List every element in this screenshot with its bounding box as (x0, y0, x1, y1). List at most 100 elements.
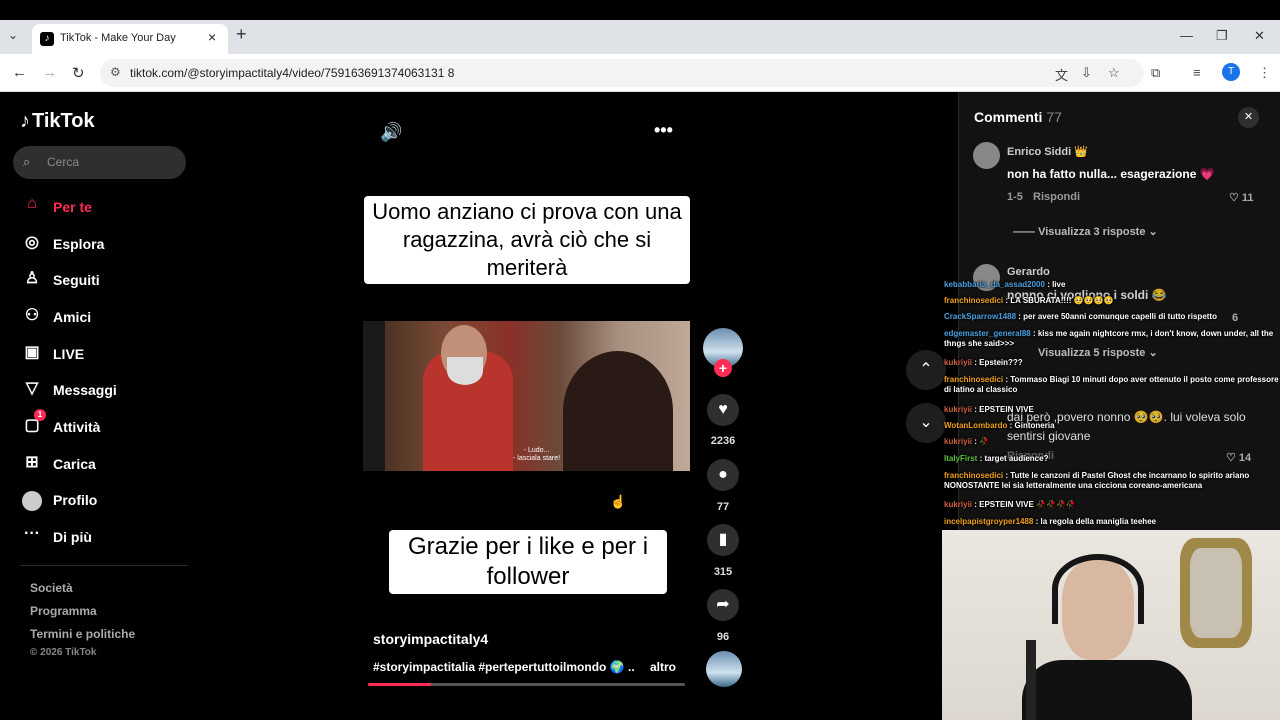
comment-date: 1-5 (1007, 191, 1023, 203)
chat-message: franchinosedici : LA SBURATA!!!! 🥺🥺🥺🥺 (944, 296, 1280, 306)
window-close-icon[interactable]: ✕ (1254, 28, 1265, 44)
forward-icon[interactable]: → (42, 64, 57, 81)
following-icon: ♙ (24, 270, 40, 287)
close-comments-icon[interactable]: ✕ (1238, 107, 1259, 128)
chat-user: edgemaster_general88 (944, 329, 1031, 338)
comment-count: 77 (716, 501, 730, 513)
tiktok-logo[interactable]: ♪ TikTok (20, 110, 95, 133)
extensions-icon[interactable]: ⧉ (1151, 65, 1160, 81)
comment-like[interactable]: ♡ 11 (1229, 191, 1254, 204)
volume-icon[interactable]: 🔊 (380, 122, 402, 143)
browser-tab[interactable]: ♪ TikTok - Make Your Day × (32, 24, 228, 54)
save-count: 315 (713, 566, 733, 578)
comments-title: Commenti 77 (974, 109, 1062, 125)
chat-user: franchinosedici (944, 296, 1004, 305)
comment-avatar[interactable] (973, 142, 1000, 169)
new-tab-icon[interactable]: + (236, 24, 247, 45)
screen: { "browser": { "tab_title": "TikTok - Ma… (0, 0, 1280, 720)
comment-like-count: 11 (1241, 192, 1254, 204)
friends-icon: ⚇ (24, 307, 40, 324)
video-author[interactable]: storyimpactitaly4 (373, 631, 488, 647)
sidebar-item-label: Messaggi (53, 382, 117, 398)
music-disc-avatar[interactable] (706, 651, 742, 687)
sidebar-item-label: LIVE (53, 346, 85, 362)
chat-message: kebabbaria_da_assad2000 : live (944, 280, 1280, 290)
tab-title: TikTok - Make Your Day (60, 32, 176, 44)
chat-message: kukriyii : EPSTEIN VIVE (944, 405, 1280, 415)
comments-count: 77 (1046, 109, 1062, 125)
video-progress-bar[interactable] (368, 683, 685, 686)
sidebar-item-label: Esplora (53, 236, 105, 252)
reload-icon[interactable]: ↻ (72, 64, 85, 82)
search-input[interactable]: ⌕ Cerca (13, 146, 186, 179)
minimize-icon[interactable]: — (1180, 28, 1193, 43)
next-video-chevron-down-icon[interactable]: ⌄ (906, 403, 946, 443)
sidebar-item-label: Attività (53, 419, 101, 435)
follow-plus-icon[interactable]: + (714, 359, 732, 377)
cam-microphone (1026, 640, 1036, 720)
comment-username[interactable]: Gerardo (1007, 266, 1050, 278)
footer-link-programma[interactable]: Programma (30, 604, 97, 618)
chat-message: incelpapistgroyper1488 : la regola della… (944, 517, 1280, 527)
comment-username[interactable]: Enrico Siddi 👑 (1007, 145, 1088, 158)
search-placeholder: Cerca (47, 155, 80, 169)
menu-kebab-icon[interactable]: ⋮ (1258, 65, 1271, 81)
bookmark-star-icon[interactable]: ☆ (1108, 65, 1120, 81)
cam-person-body (1022, 660, 1192, 720)
tiktok-note-icon: ♪ (20, 110, 30, 132)
view-replies-label: Visualizza 3 risposte (1038, 226, 1146, 238)
bookmark-icon[interactable]: ▮ (707, 524, 739, 556)
compass-icon: ◎ (25, 234, 39, 251)
comments-title-text: Commenti (974, 109, 1043, 125)
chat-user: ItalyFirst (944, 454, 978, 463)
reply-button[interactable]: Rispondi (1033, 191, 1080, 203)
media-icon[interactable]: ≡ (1193, 65, 1201, 80)
chat-text: : EPSTEIN VIVE 🥀🥀🥀🥀 (972, 500, 1076, 509)
chat-text: : live (1044, 280, 1066, 289)
upload-icon: ⊞ (25, 454, 39, 471)
translate-icon[interactable]: 文 (1055, 65, 1068, 84)
chat-user: WotanLombardo (944, 421, 1008, 430)
install-icon[interactable]: ⇩ (1081, 65, 1092, 81)
like-heart-icon[interactable]: ♥ (707, 394, 739, 426)
footer-link-societa[interactable]: Società (30, 581, 73, 595)
restore-icon[interactable]: ❐ (1216, 28, 1228, 44)
chat-user: kebabbaria_da_assad2000 (944, 280, 1045, 289)
live-icon: ▣ (24, 344, 40, 361)
url-text: tiktok.com/@storyimpactitaly4/video/7591… (130, 66, 455, 80)
video-subtitle: - Ludo... - lasciala stare! (513, 447, 561, 462)
chat-message: WotanLombardo : Gintoneria (944, 421, 1280, 431)
video-description: #storyimpactitalia #pertepertuttoilmondo… (373, 660, 635, 674)
previous-video-chevron-up-icon[interactable]: ⌃ (906, 350, 946, 390)
video-more-icon[interactable]: ••• (654, 120, 673, 141)
notification-badge: 1 (34, 409, 46, 421)
stream-chat-overlay: kebabbaria_da_assad2000 : live franchino… (944, 278, 1280, 530)
tab-search-icon[interactable]: ⌄ (8, 28, 18, 42)
site-info-icon[interactable]: ⚙ (110, 65, 121, 79)
more-icon: ··· (24, 525, 40, 542)
top-black-bar (0, 0, 1280, 20)
address-bar[interactable]: ⚙ tiktok.com/@storyimpactitaly4/video/75… (100, 59, 1144, 87)
chat-user: kukriyii (944, 500, 973, 509)
more-link[interactable]: altro (650, 660, 676, 674)
back-icon[interactable]: ← (12, 64, 27, 81)
cam-headphones (1052, 554, 1144, 624)
chat-user: franchinosedici (944, 471, 1004, 480)
footer-link-termini[interactable]: Termini e politiche (30, 627, 135, 641)
logo-text: TikTok (32, 110, 95, 132)
chat-user: kukriyii (944, 358, 973, 367)
chat-text: : EPSTEIN VIVE (972, 405, 1034, 414)
search-icon: ⌕ (23, 154, 31, 169)
video-caption-bottom: Grazie per i like e per i follower (389, 530, 667, 594)
profile-avatar[interactable]: T (1222, 63, 1240, 81)
chat-text: : per avere 50anni comunque capelli di t… (1016, 312, 1217, 321)
tab-close-icon[interactable]: × (208, 29, 216, 45)
chat-message: edgemaster_general88 : kiss me again nig… (944, 329, 1280, 349)
profile-icon (22, 491, 42, 511)
chat-message: franchinosedici : Tommaso Biagi 10 minut… (944, 375, 1280, 395)
comment-icon[interactable]: ● (707, 459, 739, 491)
share-icon[interactable]: ➦ (707, 589, 739, 621)
chat-message: kukriyii : 🥀 (944, 437, 1280, 447)
sidebar-item-label: Profilo (53, 492, 98, 508)
view-replies-button[interactable]: —— Visualizza 3 risposte ⌄ (1013, 225, 1158, 238)
